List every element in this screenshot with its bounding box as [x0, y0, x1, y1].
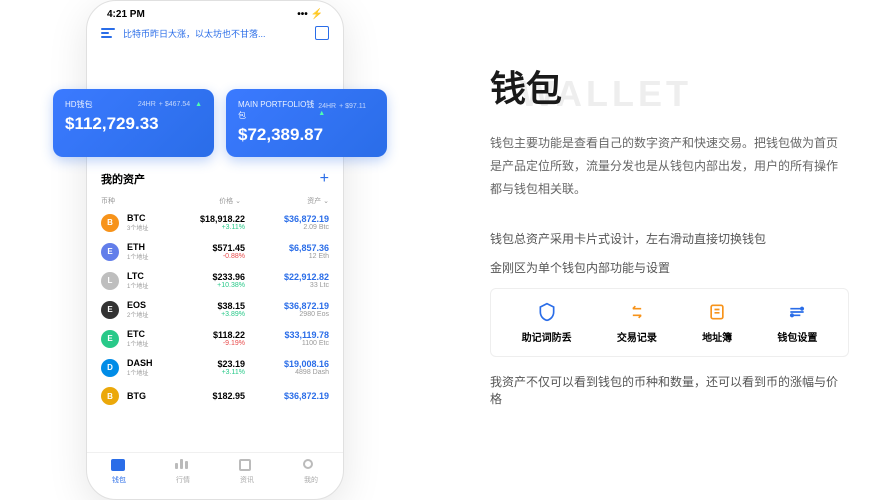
card-value: $112,729.33	[65, 114, 202, 134]
news-ticker[interactable]: 比特币昨日大涨，以太坊也不甘落...	[123, 27, 307, 40]
settings-icon	[786, 301, 808, 323]
coin-icon: L	[101, 272, 119, 290]
phone-frame: 4:21 PM ••• ⚡ 比特币昨日大涨，以太坊也不甘落... HD钱包 24…	[86, 0, 344, 500]
scan-icon[interactable]	[315, 26, 329, 40]
feature-2: 金刚区为单个钱包内部功能与设置	[490, 259, 849, 276]
feature-3: 我资产不仅可以看到钱包的币种和数量，还可以看到币的涨幅与价格	[490, 373, 849, 407]
tab-钱包[interactable]: 钱包	[111, 459, 127, 485]
asset-row[interactable]: E ETC1个地址 $118.22-9.19% $33,119.781100 E…	[87, 324, 343, 353]
profile-icon	[303, 459, 319, 473]
asset-row[interactable]: E ETH1个地址 $571.45-0.88% $6,857.3612 Eth	[87, 237, 343, 266]
wallet-card-hd[interactable]: HD钱包 24HR+ $467.54 ▲ $112,729.33	[53, 89, 214, 157]
menu-icon[interactable]	[101, 28, 115, 38]
add-asset-button[interactable]: +	[320, 170, 329, 188]
asset-list: B BTC3个地址 $18,918.22+3.11% $36,872.192.0…	[87, 208, 343, 410]
asset-row[interactable]: L LTC1个地址 $233.96+10.38% $22,912.8233 Lt…	[87, 266, 343, 295]
tab-bar: 钱包 行情 资讯 我的	[87, 452, 343, 491]
wallet-card-main[interactable]: MAIN PORTFOLIO钱包 24HR+ $97.11 ▲ $72,389.…	[226, 89, 387, 157]
coin-icon: D	[101, 359, 119, 377]
fb-3: 钱包设置	[777, 301, 817, 344]
card-label: MAIN PORTFOLIO钱包	[238, 99, 318, 121]
tab-我的[interactable]: 我的	[303, 459, 319, 485]
description: 钱包主要功能是查看自己的数字资产和快速交易。把钱包做为首页是产品定位所致，流量分…	[490, 132, 849, 200]
feature-box: 助记词防丢 交易记录 地址簿 钱包设置	[490, 288, 849, 357]
book-icon	[706, 301, 728, 323]
wallet-icon	[111, 459, 127, 473]
top-bar: 比特币昨日大涨，以太坊也不甘落...	[87, 22, 343, 48]
tab-资讯[interactable]: 资讯	[239, 459, 255, 485]
coin-icon: B	[101, 387, 119, 405]
coin-icon: E	[101, 301, 119, 319]
notch	[170, 1, 260, 19]
swap-icon	[626, 301, 648, 323]
card-label: HD钱包	[65, 99, 93, 110]
coin-icon: E	[101, 243, 119, 261]
asset-row[interactable]: B BTC3个地址 $18,918.22+3.11% $36,872.192.0…	[87, 208, 343, 237]
assets-title: 我的资产	[101, 171, 145, 187]
fb-1: 交易记录	[617, 301, 657, 344]
table-header: 币种 价格 ⌄ 资产 ⌄	[87, 194, 343, 208]
text-section: WALLET 钱包 钱包主要功能是查看自己的数字资产和快速交易。把钱包做为首页是…	[430, 0, 889, 500]
card-change: 24HR+ $97.11 ▲	[318, 103, 375, 117]
chart-icon	[175, 459, 191, 473]
feature-1: 钱包总资产采用卡片式设计，左右滑动直接切换钱包	[490, 230, 849, 247]
fb-2: 地址簿	[702, 301, 732, 344]
shield-icon	[536, 301, 558, 323]
status-icons: ••• ⚡	[297, 9, 323, 20]
wallet-cards: HD钱包 24HR+ $467.54 ▲ $112,729.33 MAIN PO…	[47, 89, 393, 157]
assets-header: 我的资产 +	[87, 164, 343, 194]
card-change: 24HR+ $467.54 ▲	[138, 101, 202, 108]
fb-0: 助记词防丢	[522, 301, 572, 344]
time: 4:21 PM	[107, 9, 145, 20]
tab-行情[interactable]: 行情	[175, 459, 191, 485]
asset-row[interactable]: B BTG $182.95 $36,872.19	[87, 382, 343, 410]
coin-icon: E	[101, 330, 119, 348]
page-title: 钱包	[490, 60, 849, 112]
card-value: $72,389.87	[238, 125, 375, 145]
coin-icon: B	[101, 214, 119, 232]
asset-row[interactable]: E EOS2个地址 $38.15+3.89% $36,872.192980 Eo…	[87, 295, 343, 324]
news-icon	[239, 459, 255, 473]
asset-row[interactable]: D DASH1个地址 $23.19+3.11% $19,008.164898 D…	[87, 353, 343, 382]
